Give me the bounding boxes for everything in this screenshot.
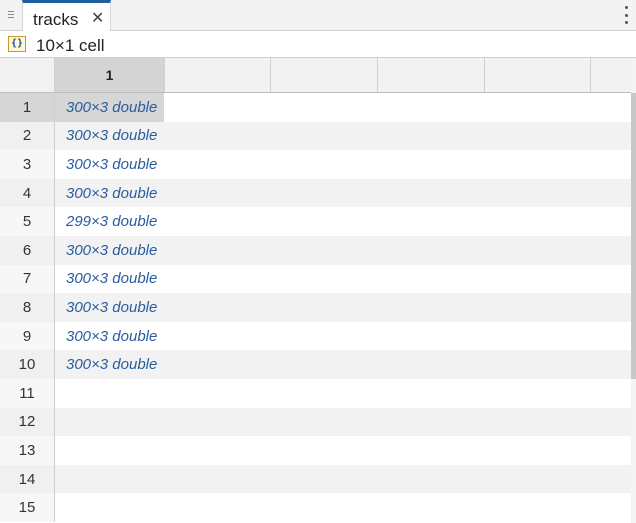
column-header-row: 1 [0,58,631,93]
row-header[interactable]: 4 [0,178,55,208]
tab-title: tracks [33,10,79,29]
grid-cell[interactable]: 300×3 double [55,93,164,122]
row-header[interactable]: 6 [0,236,55,265]
grid-corner[interactable] [0,58,55,92]
row-header[interactable]: 3 [0,150,55,179]
variable-dimensions: 10×1 cell [36,36,105,55]
row-header[interactable]: 15 [0,493,55,522]
grid-cell[interactable]: 300×3 double [55,179,164,208]
table-row: 7 300×3 double [0,264,631,294]
grid-cell[interactable] [55,408,164,437]
grid-cell[interactable]: 300×3 double [55,322,164,351]
variable-grid: 1 1 300×3 double 2 300×3 double 3 300×3 … [0,58,636,523]
table-row: 14 [0,464,631,494]
grid-cell[interactable]: 299×3 double [55,207,164,236]
table-row: 13 [0,436,631,465]
row-header[interactable]: 8 [0,293,55,322]
table-row: 3 300×3 double [0,150,631,179]
column-header-4[interactable] [378,58,485,92]
column-header-1[interactable]: 1 [55,58,165,92]
row-header[interactable]: 7 [0,264,55,294]
table-row: 11 [0,379,631,408]
column-header-2[interactable] [165,58,271,92]
column-header-5[interactable] [485,58,591,92]
tab-bar: tracks ✕ [0,0,636,31]
row-header[interactable]: 13 [0,436,55,465]
grid-cell[interactable] [55,465,164,494]
cell-array-icon: {} [8,36,26,52]
row-header[interactable]: 11 [0,379,55,408]
grid-cell[interactable]: 300×3 double [55,350,164,379]
table-row: 4 300×3 double [0,178,631,208]
grid-cell[interactable]: 300×3 double [55,122,164,151]
drag-handle-icon[interactable] [0,0,22,30]
grid-cell[interactable]: 300×3 double [55,236,164,265]
table-row: 1 300×3 double [0,93,631,122]
row-header[interactable]: 1 [0,93,55,122]
table-row: 10 300×3 double [0,350,631,379]
table-row: 12 [0,407,631,437]
row-header[interactable]: 5 [0,207,55,236]
table-row: 8 300×3 double [0,293,631,322]
grid-cell[interactable]: 300×3 double [55,293,164,322]
close-icon[interactable]: ✕ [91,10,104,27]
table-row: 5 299×3 double [0,207,631,236]
tab-tracks[interactable]: tracks ✕ [22,0,111,31]
table-row: 2 300×3 double [0,121,631,151]
grid-cell[interactable]: 300×3 double [55,150,164,179]
row-header[interactable]: 10 [0,350,55,379]
grid-cell[interactable] [55,379,164,408]
grid-cell[interactable] [55,493,164,522]
row-header[interactable]: 2 [0,121,55,151]
table-row: 6 300×3 double [0,236,631,265]
column-header-6[interactable] [591,58,631,92]
table-row: 15 [0,493,631,522]
row-header[interactable]: 12 [0,407,55,437]
grid-cell[interactable]: 300×3 double [55,265,164,294]
table-row: 9 300×3 double [0,321,631,351]
column-header-3[interactable] [271,58,378,92]
variable-info-bar: {} 10×1 cell [0,31,636,58]
kebab-menu-icon[interactable] [622,6,630,24]
row-header[interactable]: 9 [0,321,55,351]
grid-cell[interactable] [55,436,164,465]
row-header[interactable]: 14 [0,464,55,494]
